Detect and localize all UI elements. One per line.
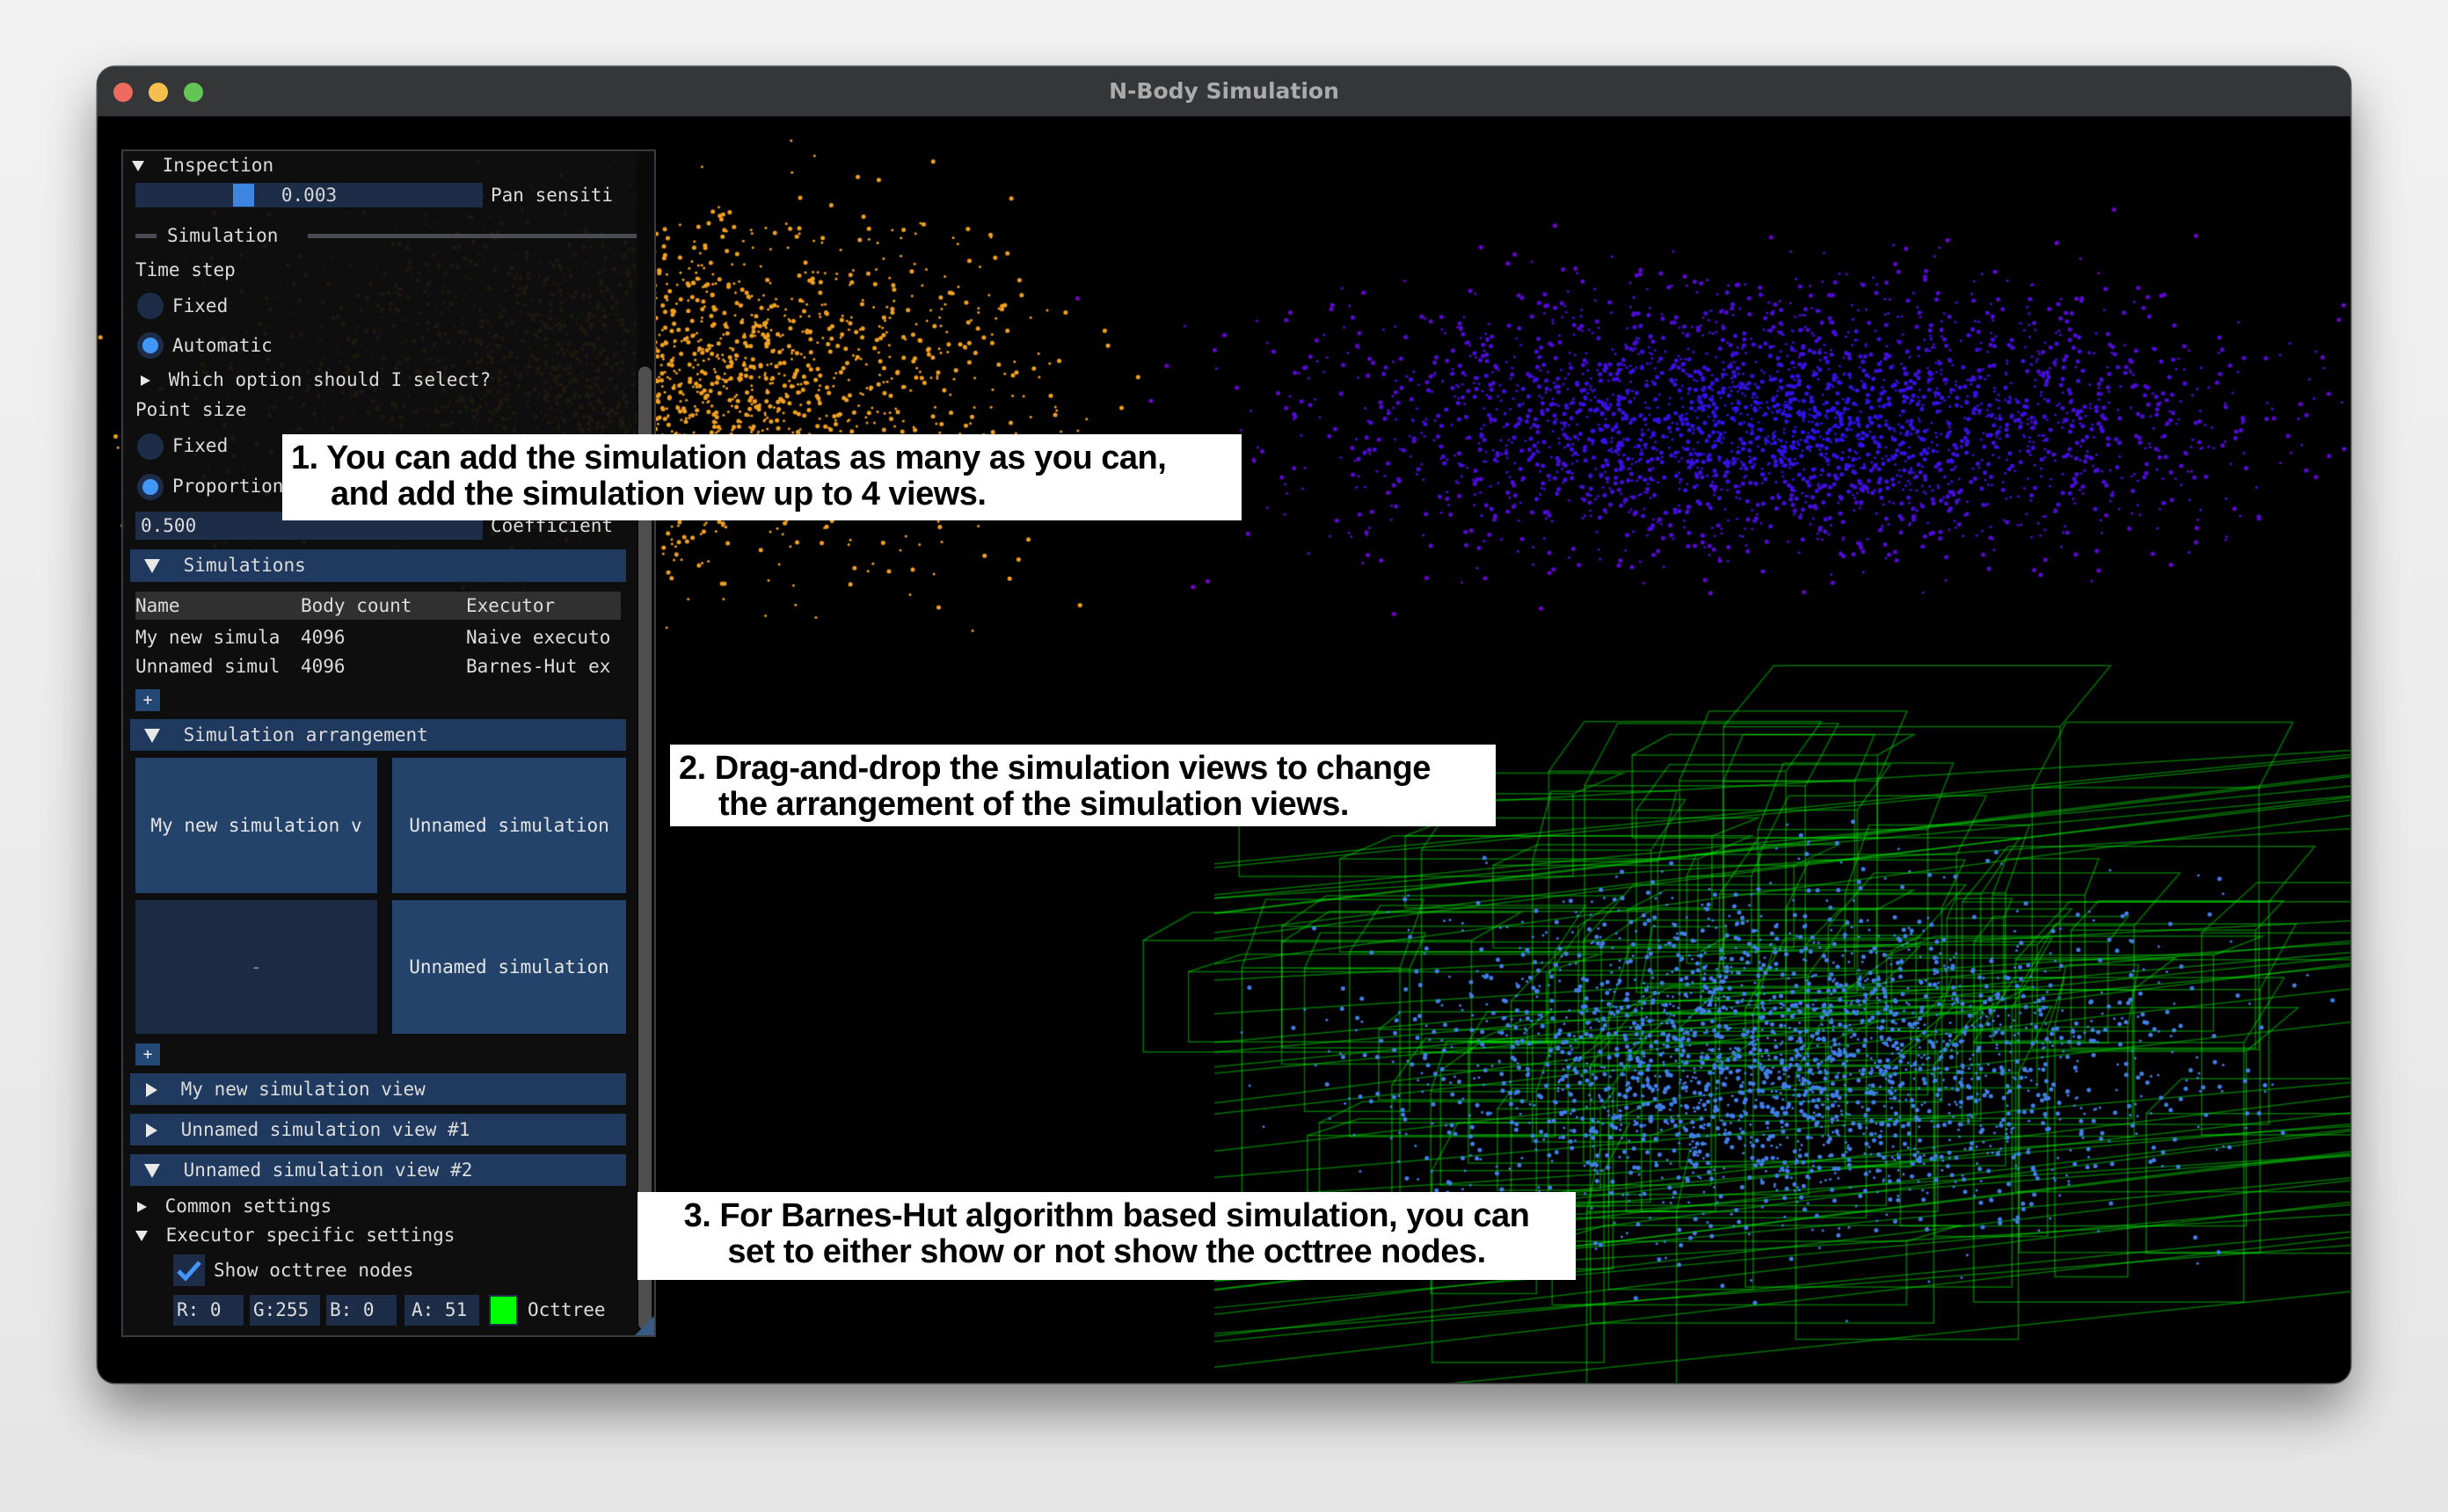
callout-line-1: 3. For Barnes-Hut algorithm based simula… bbox=[683, 1197, 1530, 1234]
annotation-callout-3: 3. For Barnes-Hut algorithm based simula… bbox=[638, 1192, 1576, 1280]
expand-arrow-icon bbox=[137, 1202, 147, 1212]
annotation-callout-1: 1. You can add the simulation datas as m… bbox=[282, 434, 1242, 520]
annotation-callout-2: 2. Drag-and-drop the simulation views to… bbox=[670, 745, 1496, 826]
table-row[interactable]: Unnamed simul 4096 Barnes-Hut ex bbox=[135, 652, 621, 680]
slider-value: 0.003 bbox=[280, 185, 338, 206]
inspection-section[interactable]: Inspection bbox=[132, 153, 273, 178]
control-panel: Inspection 0.003 Pan sensiti Simulation … bbox=[121, 149, 656, 1337]
radio-selected-dot bbox=[142, 338, 158, 353]
radio-label: Fixed bbox=[172, 295, 229, 316]
collapse-arrow-icon bbox=[144, 559, 160, 573]
pan-sensitivity-slider[interactable]: 0.003 bbox=[135, 183, 483, 207]
panel-scrollbar[interactable] bbox=[637, 151, 654, 1335]
separator-line bbox=[135, 234, 157, 238]
callout-line-2: and add the simulation view up to 4 view… bbox=[331, 476, 987, 512]
cell-executor: Naive executo bbox=[466, 627, 611, 648]
add-simulation-button[interactable]: + bbox=[135, 689, 160, 711]
show-octree-label: Show octtree nodes bbox=[214, 1260, 414, 1281]
separator-line bbox=[308, 234, 645, 238]
radio-selected-dot bbox=[142, 479, 158, 495]
octree-color-swatch[interactable] bbox=[489, 1295, 518, 1326]
simulation-viewport[interactable]: Inspection 0.003 Pan sensiti Simulation … bbox=[98, 117, 2350, 1383]
collapse-arrow-icon bbox=[144, 729, 160, 743]
view-label: My new simulation view bbox=[180, 1079, 426, 1100]
collapse-arrow-icon bbox=[144, 1164, 160, 1178]
arrangement-cell-3-empty[interactable]: - bbox=[135, 900, 377, 1034]
which-option-label: Which option should I select? bbox=[168, 369, 492, 390]
simulations-table-header: Name Body count Executor bbox=[135, 592, 621, 620]
octree-color-label: Octtree bbox=[528, 1299, 606, 1320]
expand-arrow-icon bbox=[146, 1083, 157, 1097]
callout-line-1: 1. You can add the simulation datas as m… bbox=[291, 440, 1167, 476]
radio-label: Automatic bbox=[172, 335, 273, 356]
view-header-unnamed-view-1[interactable]: Unnamed simulation view #1 bbox=[130, 1114, 626, 1145]
app-window: N-Body Simulation Inspection 0.003 Pan s… bbox=[98, 67, 2350, 1383]
cell-body-count: 4096 bbox=[301, 627, 346, 648]
color-r-input[interactable]: R: 0 bbox=[173, 1295, 244, 1326]
cell-name: Unnamed simul bbox=[135, 656, 280, 677]
common-settings-label: Common settings bbox=[164, 1196, 332, 1217]
callout-line-1: 2. Drag-and-drop the simulation views to… bbox=[679, 750, 1431, 787]
cell-name: My new simula bbox=[135, 627, 280, 648]
arrangement-cell-2[interactable]: Unnamed simulation bbox=[392, 758, 626, 893]
resize-grip[interactable] bbox=[635, 1316, 654, 1335]
simulations-header-label: Simulations bbox=[183, 555, 306, 576]
window-title: N-Body Simulation bbox=[1109, 78, 1339, 104]
callout-line-2: the arrangement of the simulation views. bbox=[718, 786, 1349, 823]
pan-sensitivity-label: Pan sensiti bbox=[491, 185, 614, 206]
column-header-name[interactable]: Name bbox=[135, 593, 180, 618]
radio-button[interactable] bbox=[137, 433, 164, 460]
cell-executor: Barnes-Hut ex bbox=[466, 656, 611, 677]
view-header-my-new-simulation-view[interactable]: My new simulation view bbox=[130, 1073, 626, 1105]
radio-button-selected[interactable] bbox=[137, 474, 164, 500]
radio-label: Fixed bbox=[172, 435, 229, 456]
table-row[interactable]: My new simula 4096 Naive executo bbox=[135, 623, 621, 651]
color-b-input[interactable]: B: 0 bbox=[326, 1295, 397, 1326]
column-header-executor[interactable]: Executor bbox=[466, 593, 555, 618]
view-label: Unnamed simulation view #2 bbox=[183, 1159, 473, 1181]
radio-button[interactable] bbox=[137, 293, 164, 319]
common-settings-tree-node[interactable]: Common settings bbox=[137, 1194, 332, 1218]
arrangement-cell-4[interactable]: Unnamed simulation bbox=[392, 900, 626, 1034]
callout-line-2: set to either show or not show the octtr… bbox=[727, 1233, 1486, 1270]
color-a-input[interactable]: A: 51 bbox=[404, 1295, 479, 1326]
radio-button-selected[interactable] bbox=[137, 332, 164, 359]
title-bar: N-Body Simulation bbox=[98, 67, 2350, 117]
add-view-button[interactable]: + bbox=[135, 1043, 160, 1065]
view-label: Unnamed simulation view #1 bbox=[180, 1119, 470, 1140]
show-octree-checkbox[interactable] bbox=[173, 1254, 205, 1286]
executor-settings-label: Executor specific settings bbox=[165, 1225, 455, 1246]
collapse-arrow-icon bbox=[132, 161, 144, 171]
column-header-body-count[interactable]: Body count bbox=[301, 593, 412, 618]
color-g-input[interactable]: G:255 bbox=[250, 1295, 320, 1326]
inspection-label: Inspection bbox=[162, 155, 274, 176]
arrangement-cell-1[interactable]: My new simulation v bbox=[135, 758, 377, 893]
simulation-section-label: Simulation bbox=[167, 225, 279, 246]
checkmark-icon bbox=[177, 1261, 201, 1282]
time-step-label: Time step bbox=[135, 259, 236, 280]
point-size-label: Point size bbox=[135, 399, 247, 420]
simulation-arrangement-label: Simulation arrangement bbox=[183, 724, 428, 745]
collapse-arrow-icon bbox=[135, 1231, 148, 1241]
cell-body-count: 4096 bbox=[301, 656, 346, 677]
expand-arrow-icon bbox=[141, 375, 150, 386]
which-option-tree-node[interactable]: Which option should I select? bbox=[141, 367, 491, 392]
executor-settings-tree-node[interactable]: Executor specific settings bbox=[135, 1223, 455, 1247]
view-header-unnamed-view-2[interactable]: Unnamed simulation view #2 bbox=[130, 1154, 626, 1186]
simulations-header[interactable]: Simulations bbox=[130, 549, 626, 582]
simulation-arrangement-header[interactable]: Simulation arrangement bbox=[130, 719, 626, 751]
expand-arrow-icon bbox=[146, 1123, 157, 1138]
